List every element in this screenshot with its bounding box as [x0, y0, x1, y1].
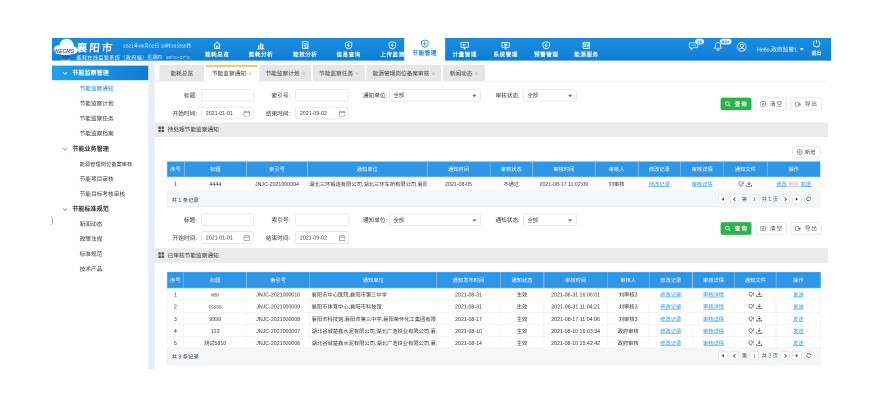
- svg-text:WECMS: WECMS: [54, 47, 75, 55]
